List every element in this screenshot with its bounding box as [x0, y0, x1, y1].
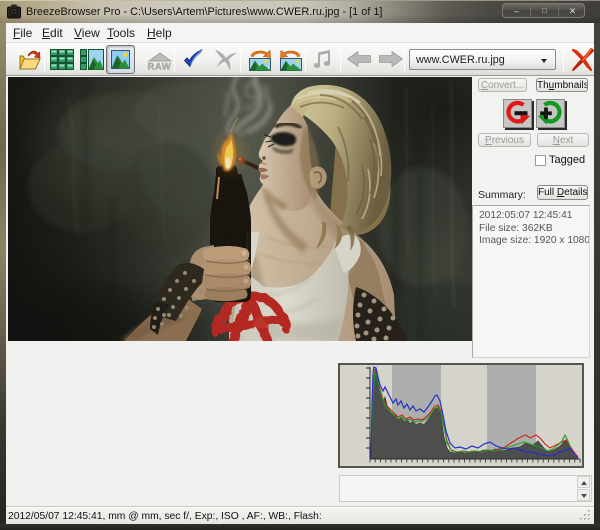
- svg-text:RAW: RAW: [148, 62, 172, 72]
